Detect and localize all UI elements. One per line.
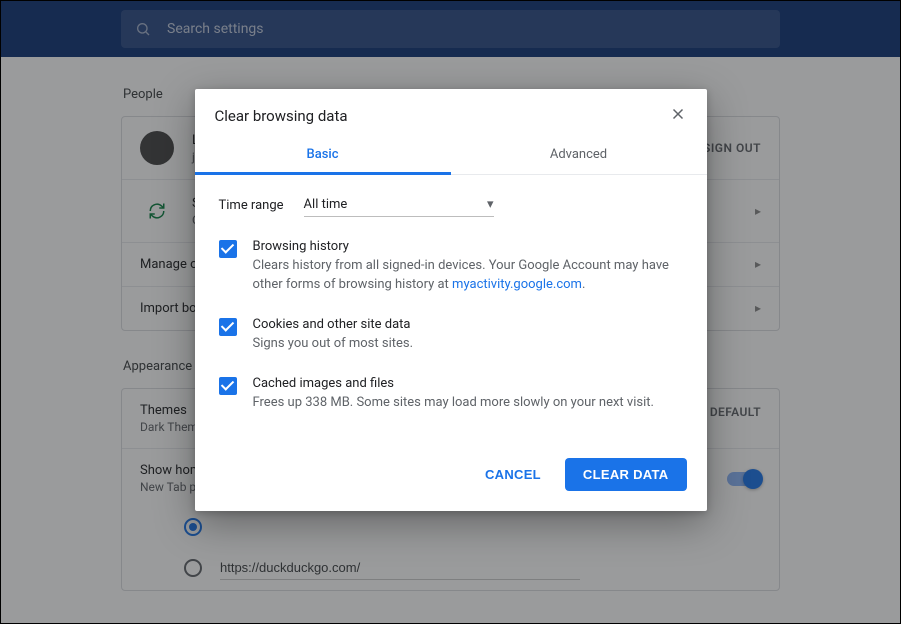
chevron-down-icon: ▾ bbox=[487, 197, 494, 212]
time-range-select[interactable]: All time ▾ bbox=[304, 193, 494, 217]
tab-advanced[interactable]: Advanced bbox=[451, 137, 707, 174]
checkbox-cached[interactable] bbox=[219, 377, 237, 395]
myactivity-link[interactable]: myactivity.google.com bbox=[452, 277, 582, 292]
opt2-desc: Signs you out of most sites. bbox=[253, 335, 414, 354]
clear-data-button[interactable]: CLEAR DATA bbox=[565, 458, 687, 491]
opt3-desc: Frees up 338 MB. Some sites may load mor… bbox=[253, 394, 654, 413]
opt1-title: Browsing history bbox=[253, 239, 683, 254]
dialog-tabs: Basic Advanced bbox=[195, 137, 707, 175]
time-range-value: All time bbox=[304, 197, 348, 212]
clear-browsing-data-dialog: Clear browsing data Basic Advanced Time … bbox=[195, 89, 707, 511]
cancel-button[interactable]: CANCEL bbox=[471, 458, 555, 491]
checkbox-browsing-history[interactable] bbox=[219, 240, 237, 258]
option-browsing-history[interactable]: Browsing history Clears history from all… bbox=[219, 239, 683, 295]
option-cookies[interactable]: Cookies and other site data Signs you ou… bbox=[219, 317, 683, 354]
opt2-title: Cookies and other site data bbox=[253, 317, 414, 332]
checkbox-cookies[interactable] bbox=[219, 318, 237, 336]
opt3-title: Cached images and files bbox=[253, 376, 654, 391]
opt1-desc: Clears history from all signed-in device… bbox=[253, 257, 683, 295]
time-range-label: Time range bbox=[219, 198, 284, 213]
close-icon[interactable] bbox=[669, 105, 687, 127]
dialog-title: Clear browsing data bbox=[215, 107, 348, 125]
tab-basic[interactable]: Basic bbox=[195, 137, 451, 174]
option-cached[interactable]: Cached images and files Frees up 338 MB.… bbox=[219, 376, 683, 413]
